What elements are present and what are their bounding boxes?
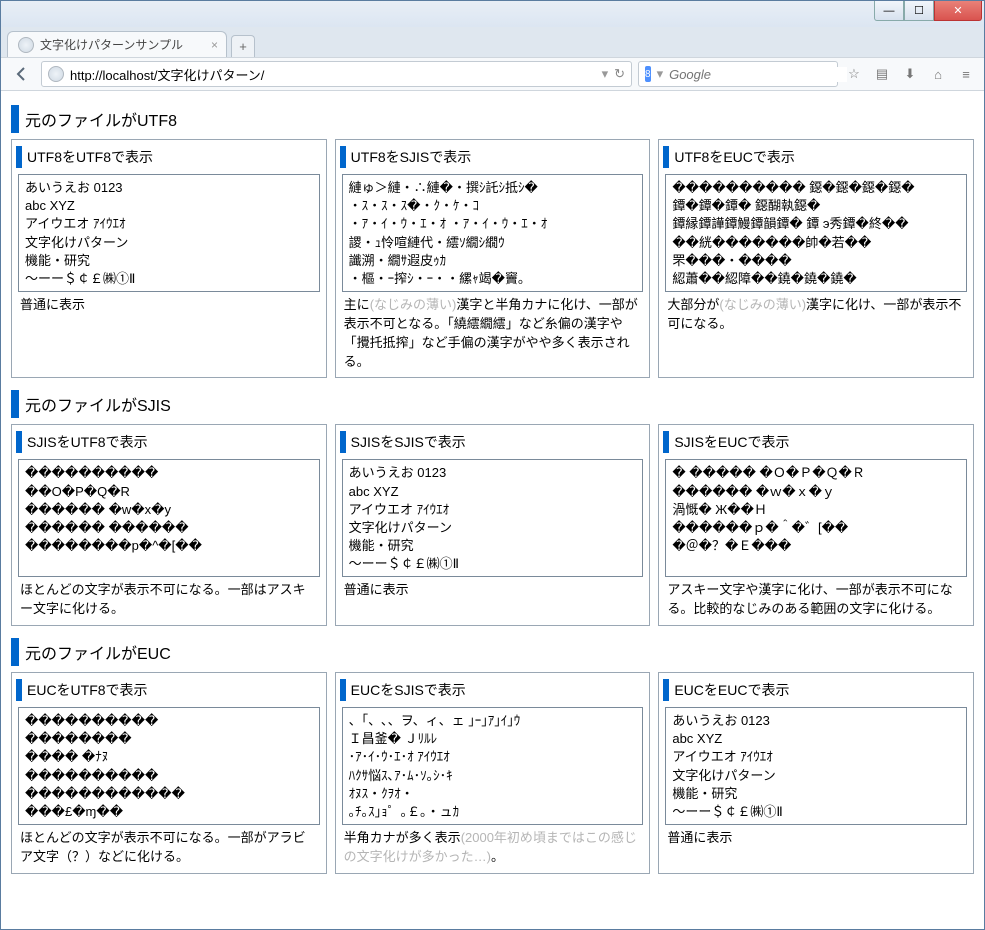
google-icon: 8 [645, 66, 651, 82]
card: EUCをEUCで表示 あいうえお 0123 abc XYZ アイウエオ ｱｲｳｴ… [658, 672, 974, 874]
nav-toolbar: ▾ ↻ 8 ▾ ☆ ▤ ⬇ ⌂ ≡ [1, 57, 984, 91]
home-icon[interactable]: ⌂ [928, 64, 948, 84]
card: UTF8をEUCで表示 ���������� 鐚�鐚�鐚�鐚� 鐔�鐔�鐔� 鐚… [658, 139, 974, 378]
card-note: アスキー文字や漢字に化け、一部が表示不可になる。比較的なじみのある範囲の文字に化… [667, 581, 965, 619]
browser-tab[interactable]: 文字化けパターンサンプル × [7, 31, 227, 57]
url-input[interactable] [70, 67, 596, 82]
close-button[interactable]: ✕ [934, 1, 982, 21]
tab-title: 文字化けパターンサンプル [40, 36, 183, 53]
card: UTF8をUTF8で表示 あいうえお 0123 abc XYZ アイウエオ ｱｲ… [11, 139, 327, 378]
bookmark-star-icon[interactable]: ☆ [844, 64, 864, 84]
reader-icon[interactable]: ▤ [872, 64, 892, 84]
sample-box[interactable]: 、｢、､、ヲ、ィ、ェ ｣ｰ｣ｱ｣ｲ｣ｳ Ｉ昌釜� Ｊﾘﾙﾚ ･ｱ･ｲ･ｳ･ｴ･ｵ… [342, 707, 644, 825]
section-grid: UTF8をUTF8で表示 あいうえお 0123 abc XYZ アイウエオ ｱｲ… [11, 139, 974, 378]
card-title: EUCをEUCで表示 [663, 679, 969, 701]
card: SJISをUTF8で表示 ���������� ��O�P�Q�R ������… [11, 424, 327, 626]
sample-box[interactable]: 縺ゅ＞縺・∴縺�・撰ｼ託ｼ抵ｼ� ・ｽ・ｽ・ｽ�・ｸ・ｹ・ｺ ・ｱ・ｲ・ｳ・ｴ・… [342, 174, 644, 292]
window-titlebar: — ☐ ✕ [1, 1, 984, 27]
browser-window: — ☐ ✕ 文字化けパターンサンプル × + ▾ ↻ 8 ▾ ☆ ▤ [0, 0, 985, 930]
card: UTF8をSJISで表示 縺ゅ＞縺・∴縺�・撰ｼ託ｼ抵ｼ� ・ｽ・ｽ・ｽ�・ｸ・… [335, 139, 651, 378]
sample-box[interactable]: あいうえお 0123 abc XYZ アイウエオ ｱｲｳｴｵ 文字化けパターン … [342, 459, 644, 577]
sample-box[interactable]: ���������� 鐚�鐚�鐚�鐚� 鐔�鐔�鐔� 鐚醐執鐚� 鐔縁鐔譁鐔鰻鐔… [665, 174, 967, 292]
sample-box[interactable]: ���������� �������� ���� �ﾅﾇ ���������� … [18, 707, 320, 825]
card-title: SJISをEUCで表示 [663, 431, 969, 453]
card-note: 半角カナが多く表示(2000年初め頃まではこの感じの文字化けが多かった…)。 [344, 829, 642, 867]
card-title: UTF8をSJISで表示 [340, 146, 646, 168]
card: SJISをSJISで表示 あいうえお 0123 abc XYZ アイウエオ ｱｲ… [335, 424, 651, 626]
back-button[interactable] [9, 61, 35, 87]
back-icon [14, 66, 30, 82]
section-grid: EUCをUTF8で表示 ���������� �������� ���� �ﾅﾇ… [11, 672, 974, 874]
card: EUCをUTF8で表示 ���������� �������� ���� �ﾅﾇ… [11, 672, 327, 874]
maximize-button[interactable]: ☐ [904, 1, 934, 21]
card-title: EUCをSJISで表示 [340, 679, 646, 701]
section-title: 元のファイルがEUC [11, 638, 974, 666]
new-tab-button[interactable]: + [231, 35, 255, 57]
tab-strip: 文字化けパターンサンプル × + [1, 27, 984, 57]
card-title: SJISをSJISで表示 [340, 431, 646, 453]
card-note: ほとんどの文字が表示不可になる。一部はアスキー文字に化ける。 [20, 581, 318, 619]
menu-icon[interactable]: ≡ [956, 64, 976, 84]
card: SJISをEUCで表示 � ����� �Ｏ�Ｐ�Ｑ�Ｒ ������ �ｗ�ｘ… [658, 424, 974, 626]
card-note: 主に(なじみの薄い)漢字と半角カナに化け、一部が表示不可となる。「繞繧繝繧」など… [344, 296, 642, 371]
sample-box[interactable]: あいうえお 0123 abc XYZ アイウエオ ｱｲｳｴｵ 文字化けパターン … [665, 707, 967, 825]
sample-box[interactable]: � ����� �Ｏ�Ｐ�Ｑ�Ｒ ������ �ｗ�ｘ�ｙ 渦慨� Ж��Ｈ … [665, 459, 967, 577]
tab-close-icon[interactable]: × [211, 38, 218, 52]
window-controls: — ☐ ✕ [874, 1, 982, 21]
toolbar-right: ☆ ▤ ⬇ ⌂ ≡ [844, 64, 976, 84]
card-title: UTF8をEUCで表示 [663, 146, 969, 168]
sample-box[interactable]: ���������� ��O�P�Q�R ������ �w�x�y �����… [18, 459, 320, 577]
search-box[interactable]: 8 ▾ [638, 61, 838, 87]
card-note: 普通に表示 [20, 296, 318, 315]
sample-box[interactable]: あいうえお 0123 abc XYZ アイウエオ ｱｲｳｴｵ 文字化けパターン … [18, 174, 320, 292]
address-bar[interactable]: ▾ ↻ [41, 61, 632, 87]
minimize-button[interactable]: — [874, 1, 904, 21]
section-title: 元のファイルがSJIS [11, 390, 974, 418]
site-identity-icon [48, 66, 64, 82]
card-note: 普通に表示 [344, 581, 642, 600]
card: EUCをSJISで表示 、｢、､、ヲ、ィ、ェ ｣ｰ｣ｱ｣ｲ｣ｳ Ｉ昌釜� Ｊﾘﾙ… [335, 672, 651, 874]
downloads-icon[interactable]: ⬇ [900, 64, 920, 84]
section-grid: SJISをUTF8で表示 ���������� ��O�P�Q�R ������… [11, 424, 974, 626]
card-title: SJISをUTF8で表示 [16, 431, 322, 453]
card-title: UTF8をUTF8で表示 [16, 146, 322, 168]
favicon-icon [18, 37, 34, 53]
reload-button[interactable]: ↻ [614, 66, 625, 82]
card-note: ほとんどの文字が表示不可になる。一部がアラビア文字（？）などに化ける。 [20, 829, 318, 867]
page-viewport: 元のファイルがUTF8 UTF8をUTF8で表示 あいうえお 0123 abc … [1, 91, 984, 929]
search-dropdown-icon[interactable]: ▾ [657, 66, 664, 82]
search-input[interactable] [669, 67, 847, 82]
section-title: 元のファイルがUTF8 [11, 105, 974, 133]
card-note: 大部分が(なじみの薄い)漢字に化け、一部が表示不可になる。 [667, 296, 965, 334]
dropdown-icon[interactable]: ▾ [602, 66, 609, 82]
card-title: EUCをUTF8で表示 [16, 679, 322, 701]
card-note: 普通に表示 [667, 829, 965, 848]
